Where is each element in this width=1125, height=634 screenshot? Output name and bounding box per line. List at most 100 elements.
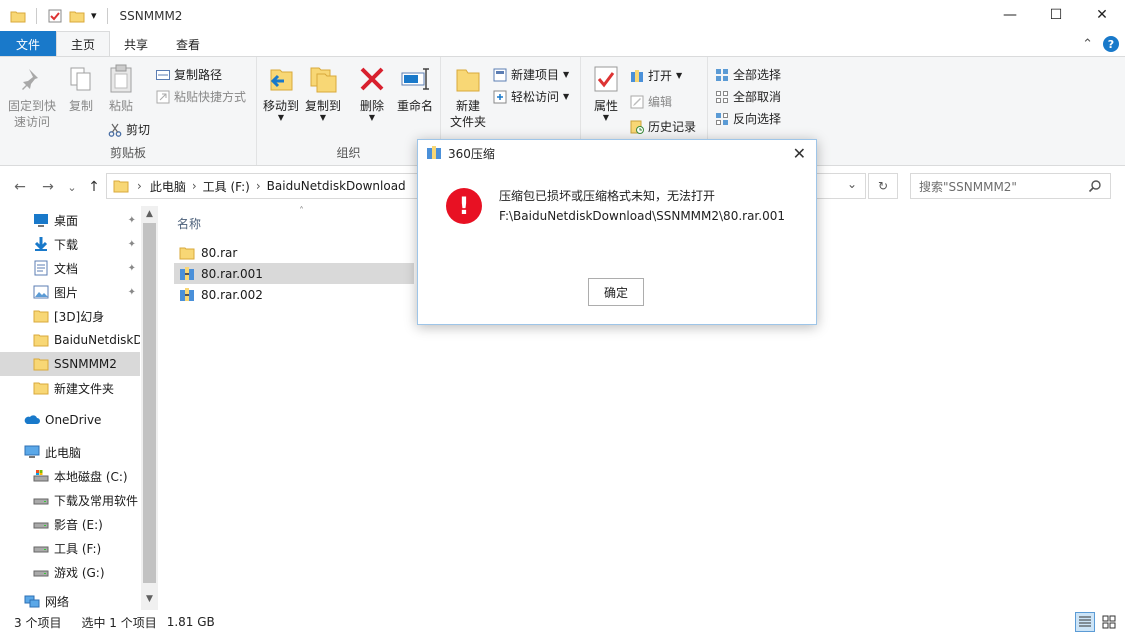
tab-file[interactable]: 文件 — [0, 31, 57, 57]
scroll-thumb[interactable] — [143, 223, 156, 583]
archive-app-icon — [427, 146, 441, 159]
nav-scrollbar[interactable]: ▲ ▼ — [141, 206, 158, 610]
tab-share[interactable]: 共享 — [110, 31, 162, 57]
select-all-button[interactable]: 全部选择 — [715, 66, 781, 83]
pin-icon[interactable]: ✦ — [128, 287, 136, 298]
status-item-count: 3 个项目 — [14, 615, 62, 630]
tab-home[interactable]: 主页 — [56, 31, 111, 57]
nav-item-baidu[interactable]: BaiduNetdiskD — [0, 328, 140, 352]
invert-selection-button[interactable]: 反向选择 — [715, 110, 781, 127]
address-dropdown-icon[interactable]: ⌄ — [847, 177, 857, 191]
open-button[interactable]: 打开 ▼ — [630, 67, 682, 84]
breadcrumb-baidu[interactable]: BaiduNetdiskDownload — [267, 179, 406, 193]
copy-to-button[interactable]: 复制到 ▼ — [303, 63, 343, 122]
copy-path-icon — [156, 69, 170, 80]
nav-item-documents[interactable]: 文档 ✦ — [0, 256, 140, 280]
nav-item-3d-folder[interactable]: [3D]幻身 — [0, 304, 140, 328]
copy-to-icon — [310, 67, 337, 93]
copy-button[interactable]: 复制 — [64, 63, 98, 114]
forward-button[interactable]: → — [38, 179, 58, 195]
chevron-right-icon[interactable]: › — [192, 179, 197, 193]
archive-icon — [180, 287, 194, 301]
new-folder-button[interactable]: 新建 文件夹 — [447, 63, 489, 130]
nav-item-onedrive[interactable]: OneDrive — [0, 408, 140, 432]
delete-button[interactable]: 删除 ▼ — [355, 63, 389, 122]
large-icons-view-button[interactable] — [1099, 612, 1119, 632]
nav-item-drive-d[interactable]: 下载及常用软件 — [0, 488, 140, 512]
error-message: 压缩包已损坏或压缩格式未知，无法打开 F:\BaiduNetdiskDownlo… — [499, 186, 785, 226]
open-archive-icon — [631, 69, 643, 82]
move-to-button[interactable]: 移动到 ▼ — [261, 63, 301, 122]
back-button[interactable]: ← — [10, 179, 30, 195]
search-icon — [1088, 180, 1101, 193]
refresh-button[interactable]: ↻ — [868, 173, 898, 199]
file-row[interactable]: 80.rar — [174, 242, 414, 263]
pin-icon[interactable]: ✦ — [128, 215, 136, 226]
folder-icon — [33, 310, 49, 323]
status-size: 1.81 GB — [166, 615, 215, 629]
properties-button[interactable]: 属性 ▼ — [589, 63, 623, 122]
scroll-down-icon[interactable]: ▼ — [141, 594, 158, 604]
breadcrumb-drive-f[interactable]: 工具 (F:) › — [203, 178, 261, 195]
search-input[interactable]: 搜索"SSNMMM2" — [910, 173, 1111, 199]
scroll-up-icon[interactable]: ▲ — [141, 209, 158, 219]
nav-item-pictures[interactable]: 图片 ✦ — [0, 280, 140, 304]
nav-item-desktop[interactable]: 桌面 ✦ — [0, 208, 140, 232]
paste-icon — [110, 64, 132, 93]
pin-icon[interactable]: ✦ — [128, 239, 136, 250]
properties-dropdown-icon: ▼ — [602, 113, 610, 122]
nav-item-drive-e[interactable]: 影音 (E:) — [0, 512, 140, 536]
copy-path-button[interactable]: 复制路径 — [156, 66, 222, 83]
rename-button[interactable]: 重命名 — [395, 63, 435, 114]
new-folder-icon[interactable] — [69, 8, 85, 24]
error-message-path: F:\BaiduNetdiskDownload\SSNMMM2\80.rar.0… — [499, 209, 785, 223]
breadcrumb-this-pc[interactable]: 此电脑 › — [150, 178, 197, 195]
edit-button[interactable]: 编辑 — [630, 93, 672, 110]
status-selected: 选中 1 个项目 — [81, 615, 157, 630]
quick-access-toolbar: ▾ — [0, 7, 112, 24]
details-view-button[interactable] — [1075, 612, 1095, 632]
minimize-button[interactable]: — — [987, 0, 1033, 30]
collapse-ribbon-icon[interactable]: ⌃ — [1082, 37, 1093, 52]
tabs-right: ⌃ ? — [1082, 31, 1125, 57]
open-dropdown-icon: ▼ — [676, 71, 683, 80]
nav-item-this-pc[interactable]: 此电脑 — [0, 440, 140, 464]
dialog-title: 360压缩 — [448, 146, 495, 161]
nav-item-new-folder[interactable]: 新建文件夹 — [0, 376, 140, 400]
download-arrow-icon — [34, 237, 48, 251]
help-icon[interactable]: ? — [1103, 36, 1119, 52]
paste-button[interactable]: 粘贴 — [104, 63, 138, 114]
qat-dropdown-icon[interactable]: ▾ — [91, 9, 97, 22]
nav-item-ssnmmm2[interactable]: SSNMMM2 — [0, 352, 140, 376]
nav-item-drive-c[interactable]: 本地磁盘 (C:) — [0, 464, 140, 488]
nav-item-network[interactable]: 网络 — [0, 592, 140, 610]
up-button[interactable]: ↑ — [84, 179, 104, 195]
file-row[interactable]: 80.rar.002 — [174, 284, 414, 305]
properties-icon[interactable] — [47, 8, 63, 24]
nav-item-downloads[interactable]: 下载 ✦ — [0, 232, 140, 256]
ok-button[interactable]: 确定 — [588, 278, 644, 306]
cut-button[interactable]: 剪切 — [108, 121, 150, 138]
new-item-button[interactable]: 新建项目 ▼ — [493, 66, 569, 83]
folder-icon — [179, 247, 195, 259]
column-header-name[interactable]: 名称 — [177, 215, 201, 232]
view-buttons — [1075, 612, 1119, 632]
maximize-button[interactable]: ☐ — [1033, 0, 1079, 30]
select-none-button[interactable]: 全部取消 — [715, 88, 781, 105]
pin-icon[interactable]: ✦ — [128, 263, 136, 274]
pin-quick-access-button[interactable]: 固定到快 速访问 — [6, 63, 58, 130]
history-button[interactable]: 历史记录 — [630, 118, 696, 135]
chevron-right-icon[interactable]: › — [256, 179, 261, 193]
easy-access-button[interactable]: 轻松访问 ▼ — [493, 88, 569, 105]
recent-locations-button[interactable]: ⌄ — [62, 181, 82, 194]
nav-item-drive-f[interactable]: 工具 (F:) — [0, 536, 140, 560]
tab-view[interactable]: 查看 — [162, 31, 214, 57]
invert-selection-icon — [716, 112, 728, 125]
file-row[interactable]: 80.rar.001 — [174, 263, 414, 284]
paste-shortcut-button[interactable]: 粘贴快捷方式 — [156, 88, 246, 105]
paste-shortcut-icon — [156, 90, 170, 103]
folder-icon — [10, 11, 26, 22]
nav-item-drive-g[interactable]: 游戏 (G:) — [0, 560, 140, 584]
close-button[interactable]: ✕ — [1079, 0, 1125, 30]
dialog-close-button[interactable]: ✕ — [793, 144, 806, 163]
